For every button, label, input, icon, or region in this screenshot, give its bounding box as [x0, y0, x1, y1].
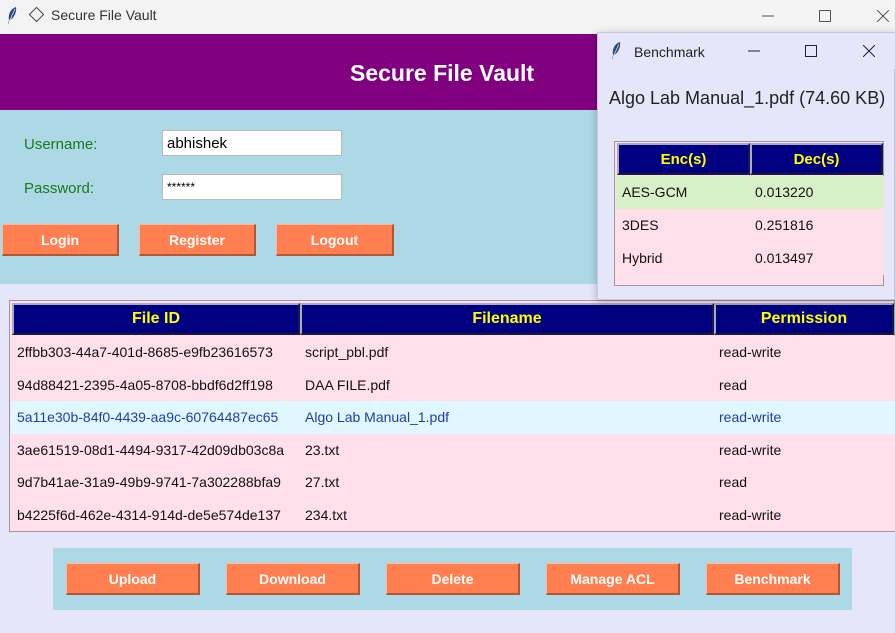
window-title: Secure File Vault	[51, 7, 157, 23]
benchmark-table: Enc(s) Dec(s) AES-GCM 0.013220 3DES 0.25…	[614, 141, 884, 286]
permission-cell: read-write	[719, 506, 782, 523]
register-button[interactable]: Register	[139, 224, 256, 256]
permission-cell: read	[719, 376, 748, 393]
table-row[interactable]: 2ffbb303-44a7-401d-8685-e9fb23616573 scr…	[11, 336, 895, 369]
action-bar: Upload Download Delete Manage ACL Benchm…	[53, 548, 852, 610]
column-header-filename[interactable]: Filename	[300, 303, 714, 335]
benchmark-close-button[interactable]	[846, 35, 892, 67]
benchmark-file-label: Algo Lab Manual_1.pdf (74.60 KB)	[609, 88, 886, 108]
logout-button[interactable]: Logout	[276, 224, 394, 256]
algorithm-cell: AES-GCM	[622, 184, 688, 200]
benchmark-maximize-button[interactable]	[788, 35, 834, 67]
table-row[interactable]: b4225f6d-462e-4314-914d-de5e574de137 234…	[11, 498, 895, 531]
table-row[interactable]: 94d88421-2395-4a05-8708-bbdf6d2ff198 DAA…	[11, 368, 895, 401]
file-id-cell: 5a11e30b-84f0-4439-aa9c-60764487ec65	[17, 409, 279, 425]
feather-icon	[8, 7, 17, 25]
column-header-enc[interactable]: Enc(s)	[617, 143, 750, 175]
table-row[interactable]: 3ae61519-08d1-4494-9317-42d09db03c8a 23.…	[11, 433, 895, 466]
password-field[interactable]	[162, 174, 342, 200]
benchmark-row[interactable]: 3DES 0.251816	[616, 209, 884, 242]
permission-cell: read-write	[719, 344, 782, 360]
login-button[interactable]: Login	[2, 224, 119, 256]
column-header-permission[interactable]: Permission	[714, 303, 894, 335]
filename-cell: script_pbl.pdf	[305, 344, 389, 360]
filename-cell: 234.txt	[305, 506, 348, 523]
algorithm-cell: 3DES	[622, 217, 659, 233]
username-label: Username:	[24, 136, 98, 153]
close-icon	[877, 10, 889, 22]
column-header-dec[interactable]: Dec(s)	[750, 143, 883, 175]
benchmark-minimize-button[interactable]	[731, 35, 777, 67]
benchmark-window: Benchmark Algo Lab Manual_1.pdf (74.60 K…	[597, 32, 895, 300]
file-id-cell: 94d88421-2395-4a05-8708-bbdf6d2ff198	[17, 376, 273, 393]
close-icon	[863, 45, 875, 57]
minimize-icon	[748, 50, 760, 52]
time-cell: 0.013220	[755, 184, 814, 200]
diamond-icon	[28, 6, 45, 23]
filename-cell: Algo Lab Manual_1.pdf	[305, 409, 449, 425]
minimize-button[interactable]	[745, 0, 791, 32]
permission-cell: read-write	[719, 441, 782, 458]
file-table: File ID Filename Permission 2ffbb303-44a…	[9, 300, 895, 532]
close-button[interactable]	[860, 0, 895, 32]
table-row-selected[interactable]: 5a11e30b-84f0-4439-aa9c-60764487ec65 Alg…	[11, 401, 895, 434]
manage-acl-button[interactable]: Manage ACL	[546, 563, 680, 595]
main-title-bar: Secure File Vault	[0, 0, 895, 34]
page-title: Secure File Vault	[350, 60, 535, 86]
benchmark-row[interactable]: AES-GCM 0.013220	[616, 176, 884, 209]
permission-cell: read-write	[719, 409, 782, 425]
table-row[interactable]: 9d7b41ae-31a9-49b9-9741-7a302288bfa9 27.…	[11, 466, 895, 499]
minimize-icon	[762, 15, 774, 17]
algorithm-cell: Hybrid	[622, 250, 663, 266]
filename-cell: DAA FILE.pdf	[305, 376, 390, 393]
password-label: Password:	[24, 180, 95, 197]
benchmark-row[interactable]: Hybrid 0.013497	[616, 242, 884, 275]
file-id-cell: 2ffbb303-44a7-401d-8685-e9fb23616573	[17, 344, 273, 360]
filename-cell: 27.txt	[305, 474, 340, 490]
benchmark-title-bar: Benchmark	[598, 33, 895, 69]
file-id-cell: 3ae61519-08d1-4494-9317-42d09db03c8a	[17, 441, 285, 458]
time-cell: 0.251816	[755, 217, 814, 233]
permission-cell: read	[719, 474, 748, 490]
maximize-icon	[805, 45, 817, 57]
file-id-cell: 9d7b41ae-31a9-49b9-9741-7a302288bfa9	[17, 474, 281, 490]
time-cell: 0.013497	[755, 250, 814, 266]
benchmark-window-title: Benchmark	[634, 44, 705, 60]
benchmark-button[interactable]: Benchmark	[706, 563, 840, 595]
maximize-icon	[819, 10, 831, 22]
filename-cell: 23.txt	[305, 441, 340, 458]
username-field[interactable]	[162, 130, 342, 156]
delete-button[interactable]: Delete	[386, 563, 520, 595]
maximize-button[interactable]	[802, 0, 848, 32]
file-id-cell: b4225f6d-462e-4314-914d-de5e574de137	[17, 506, 281, 523]
upload-button[interactable]: Upload	[66, 563, 200, 595]
column-header-file-id[interactable]: File ID	[12, 303, 300, 335]
download-button[interactable]: Download	[226, 563, 360, 595]
feather-icon	[612, 42, 621, 60]
